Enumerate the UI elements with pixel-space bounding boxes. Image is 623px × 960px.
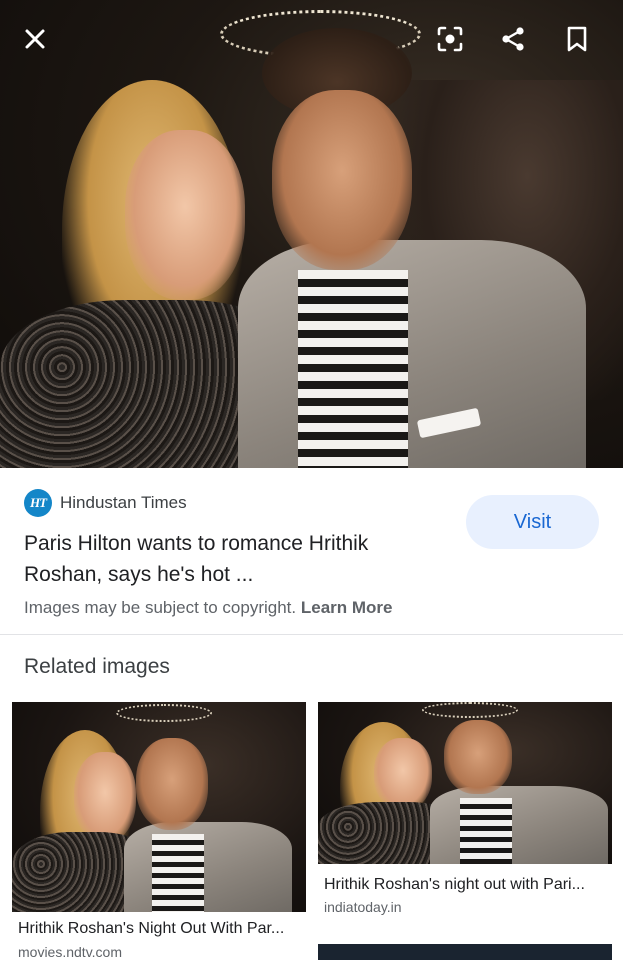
visit-button[interactable]: Visit <box>466 495 599 549</box>
related-title-2[interactable]: Hrithik Roshan's night out with Pari... <box>324 876 606 894</box>
source-name: Hindustan Times <box>60 493 187 512</box>
man-face <box>136 738 208 830</box>
man-striped-shirt <box>298 270 408 468</box>
close-button[interactable] <box>18 22 52 56</box>
lens-button[interactable] <box>433 22 467 56</box>
close-icon <box>25 29 45 49</box>
man-jacket <box>238 240 586 468</box>
related-title-1[interactable]: Hrithik Roshan's Night Out With Par... <box>18 920 306 938</box>
woman-face <box>374 738 432 810</box>
man-striped-shirt <box>152 834 204 912</box>
bookmark-button[interactable] <box>560 22 594 56</box>
man-face <box>444 720 512 794</box>
related-image-3[interactable] <box>318 944 612 960</box>
share-icon <box>502 27 524 51</box>
result-title[interactable]: Paris Hilton wants to romance Hrithik Ro… <box>24 528 444 590</box>
learn-more-link[interactable]: Learn More <box>301 598 393 617</box>
man-jacket <box>124 822 292 912</box>
woman-face <box>74 752 136 842</box>
man-jacket <box>430 786 608 864</box>
woman-face <box>125 130 245 300</box>
man-face <box>272 90 412 270</box>
main-image[interactable] <box>0 0 623 468</box>
copyright-text: Images may be subject to copyright. <box>24 598 297 617</box>
related-domain-2: indiatoday.in <box>324 899 402 915</box>
chandelier <box>422 702 518 718</box>
bookmark-icon <box>567 26 587 52</box>
man-striped-shirt <box>460 798 512 864</box>
related-image-1[interactable] <box>12 702 306 912</box>
chandelier <box>116 704 212 722</box>
divider <box>0 634 623 635</box>
related-images-heading: Related images <box>24 655 170 678</box>
related-image-2[interactable] <box>318 702 612 864</box>
lens-icon <box>437 26 463 52</box>
source-row[interactable]: HT Hindustan Times <box>24 489 187 517</box>
share-button[interactable] <box>496 22 530 56</box>
source-logo: HT <box>24 489 52 517</box>
copyright-notice: Images may be subject to copyright. Lear… <box>24 598 393 618</box>
related-domain-1: movies.ndtv.com <box>18 944 122 960</box>
